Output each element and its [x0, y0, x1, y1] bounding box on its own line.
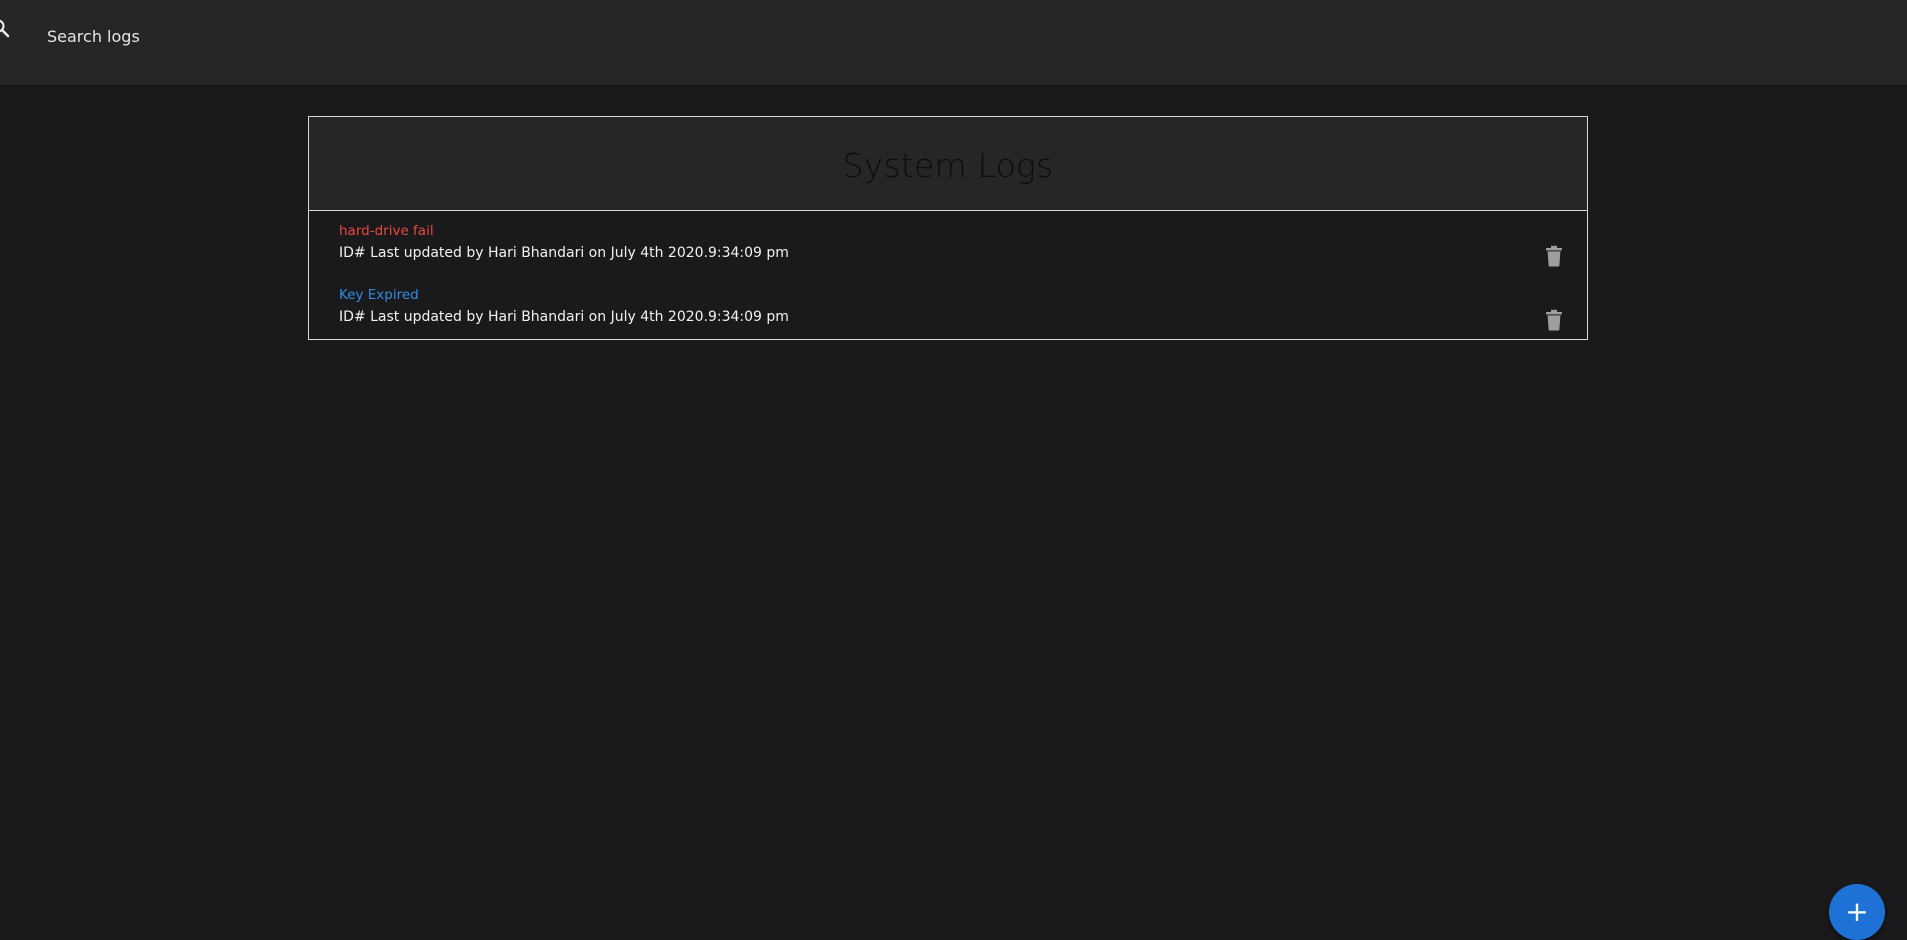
- system-logs-panel: System Logs hard-drive fail ID# Last upd…: [308, 116, 1588, 340]
- delete-button[interactable]: [1545, 309, 1563, 331]
- logs-header: System Logs: [309, 117, 1587, 211]
- search-icon[interactable]: [0, 18, 12, 40]
- log-meta: ID# Last updated by Hari Bhandari on Jul…: [339, 245, 789, 261]
- trash-icon: [1546, 309, 1562, 331]
- delete-button[interactable]: [1545, 245, 1563, 267]
- top-app-bar: [0, 0, 1907, 86]
- log-title: hard-drive fail: [339, 223, 434, 239]
- plus-icon: +: [1845, 895, 1869, 928]
- list-item[interactable]: Key Expired ID# Last updated by Hari Bha…: [309, 275, 1587, 339]
- log-title: Key Expired: [339, 287, 419, 303]
- list-item[interactable]: hard-drive fail ID# Last updated by Hari…: [309, 211, 1587, 275]
- search-input[interactable]: [47, 20, 447, 52]
- log-meta: ID# Last updated by Hari Bhandari on Jul…: [339, 309, 789, 325]
- trash-icon: [1546, 245, 1562, 267]
- page-title: System Logs: [842, 146, 1054, 185]
- add-log-button[interactable]: +: [1829, 884, 1885, 940]
